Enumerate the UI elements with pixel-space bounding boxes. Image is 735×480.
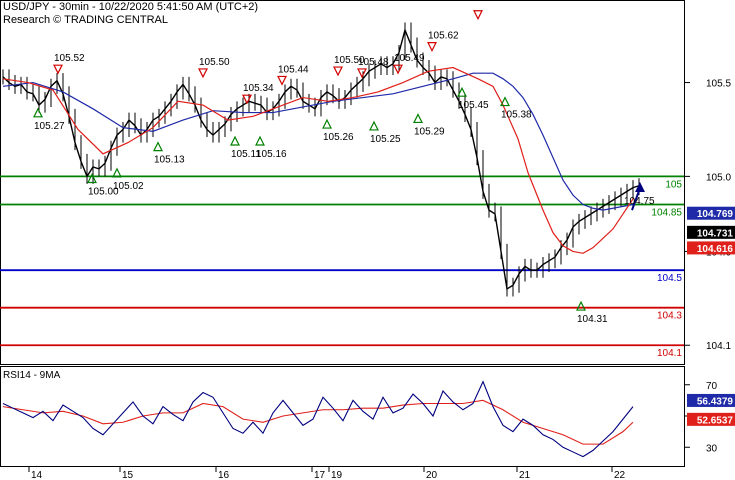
price-tag-1: 104.731: [697, 228, 734, 239]
level-label-0: 105: [665, 179, 682, 190]
marker-low-label-3: 105.02: [113, 181, 144, 192]
price-y-tick-label-3: 105.5: [706, 79, 731, 90]
rsi-tag-1: 52.6537: [697, 415, 734, 426]
marker-low-19: [500, 96, 510, 107]
usdjpy-chart: 105104.85104.5104.3104.1104.1104.6105.01…: [0, 0, 735, 480]
marker-low-20: [576, 300, 586, 311]
rsi-title: RSI14 - 9MA: [3, 370, 61, 381]
marker-low-label-19: 105.38: [501, 110, 532, 121]
x-tick-label-1: 15: [122, 470, 134, 480]
rsi-pane-frame: [0, 366, 685, 467]
marker-low-label-1: 105.27: [34, 121, 65, 132]
price-y-tick-label-0: 104.1: [706, 341, 731, 352]
marker-high-17: [473, 10, 483, 21]
price-y-tick-label-2: 105.0: [706, 172, 731, 183]
marker-low-label-18: 105.45: [458, 100, 489, 111]
marker-high-9: [277, 75, 287, 86]
marker-high-label-8: 105.34: [243, 83, 274, 94]
marker-low-label-15: 105.29: [414, 126, 445, 137]
x-tick-label-2: 16: [218, 470, 230, 480]
rsi-line: [2, 380, 634, 458]
marker-low-label-4: 105.13: [154, 155, 185, 166]
marker-low-6: [230, 135, 240, 146]
marker-low-label-7: 105.16: [256, 149, 287, 160]
x-tick-label-7: 22: [614, 470, 626, 480]
level-label-4: 104.1: [657, 348, 682, 359]
level-label-3: 104.3: [657, 311, 682, 322]
marker-low-4: [153, 141, 163, 152]
marker-high-16: [427, 42, 437, 53]
marker-high-label-0: 105.52: [54, 53, 85, 64]
marker-low-13: [369, 120, 379, 131]
marker-low-label-20: 104.31: [577, 314, 608, 325]
x-tick-label-3: 17: [314, 470, 326, 480]
marker-low-11: [322, 118, 332, 129]
rsi-tag-0: 56.4379: [697, 396, 734, 407]
marker-high-10: [333, 66, 343, 77]
x-tick-label-0: 14: [31, 470, 43, 480]
marker-high-label-9: 105.44: [278, 64, 309, 75]
rsi-y-tick-label-2: 70: [706, 381, 718, 392]
x-tick-label-6: 21: [519, 470, 531, 480]
projection-label: 104.75: [624, 196, 655, 207]
marker-high-0: [53, 64, 63, 75]
price-line: [2, 27, 640, 291]
price-tag-2: 104.616: [697, 244, 734, 255]
rsi-y-tick-label-0: 30: [706, 443, 718, 454]
level-label-1: 104.85: [651, 208, 682, 219]
marker-low-15: [413, 113, 423, 124]
price-tag-0: 104.769: [697, 209, 734, 220]
x-tick-label-4: 19: [331, 470, 343, 480]
marker-high-5: [198, 68, 208, 79]
marker-high-label-12: 105.48: [358, 57, 389, 68]
marker-low-label-13: 105.25: [370, 134, 401, 145]
ma-fast-line: [2, 66, 634, 254]
marker-low-7: [255, 135, 265, 146]
level-label-2: 104.5: [657, 273, 682, 284]
marker-high-label-16: 105.62: [428, 31, 459, 42]
marker-low-1: [33, 107, 43, 118]
marker-high-label-5: 105.50: [199, 57, 230, 68]
x-tick-label-5: 20: [426, 470, 438, 480]
marker-high-14: [393, 64, 403, 75]
marker-low-label-11: 105.26: [323, 132, 354, 143]
marker-high-label-14: 105.49: [394, 53, 425, 64]
